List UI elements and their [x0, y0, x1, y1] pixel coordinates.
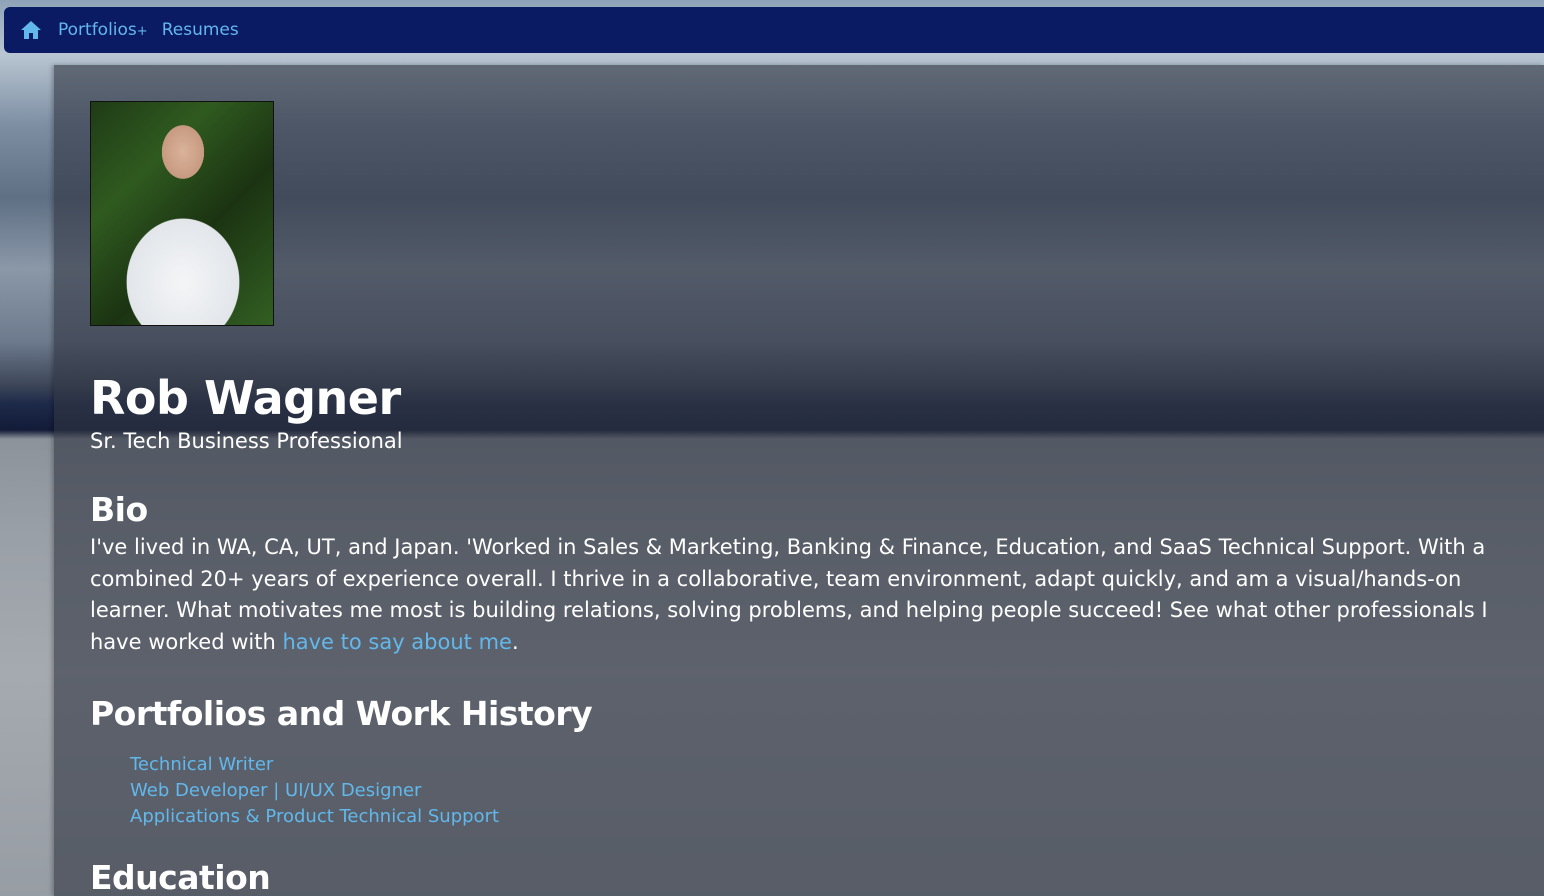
- portfolio-list: Technical Writer Web Developer | UI/UX D…: [130, 752, 1515, 830]
- bio-heading: Bio: [90, 490, 148, 529]
- bio-text: I've lived in WA, CA, UT, and Japan. 'Wo…: [90, 532, 1515, 658]
- nav-portfolios-plus: +: [136, 24, 148, 39]
- portfolio-link-web-developer[interactable]: Web Developer | UI/UX Designer: [130, 780, 421, 801]
- content: Rob Wagner Sr. Tech Business Professiona…: [90, 101, 1515, 896]
- top-navbar: Portfolios+ Resumes: [4, 7, 1544, 53]
- testimonials-link[interactable]: have to say about me: [282, 630, 512, 654]
- list-item: Technical Writer: [130, 752, 1515, 778]
- nav-portfolios-label: Portfolios: [58, 20, 137, 40]
- education-heading: Education: [90, 858, 271, 896]
- nav-portfolios[interactable]: Portfolios+: [58, 20, 148, 40]
- home-link[interactable]: [16, 15, 46, 45]
- portfolio-link-technical-writer[interactable]: Technical Writer: [130, 754, 273, 775]
- home-icon: [21, 21, 41, 39]
- content-panel: Rob Wagner Sr. Tech Business Professiona…: [54, 65, 1544, 896]
- profile-title: Sr. Tech Business Professional: [90, 429, 403, 453]
- profile-photo: [90, 101, 274, 326]
- list-item: Web Developer | UI/UX Designer: [130, 778, 1515, 804]
- list-item: Applications & Product Technical Support: [130, 804, 1515, 830]
- nav-resumes[interactable]: Resumes: [162, 20, 239, 40]
- portfolios-heading: Portfolios and Work History: [90, 694, 593, 733]
- profile-name: Rob Wagner: [90, 371, 401, 425]
- portfolio-link-tech-support[interactable]: Applications & Product Technical Support: [130, 806, 499, 827]
- bio-trailing: .: [511, 629, 519, 654]
